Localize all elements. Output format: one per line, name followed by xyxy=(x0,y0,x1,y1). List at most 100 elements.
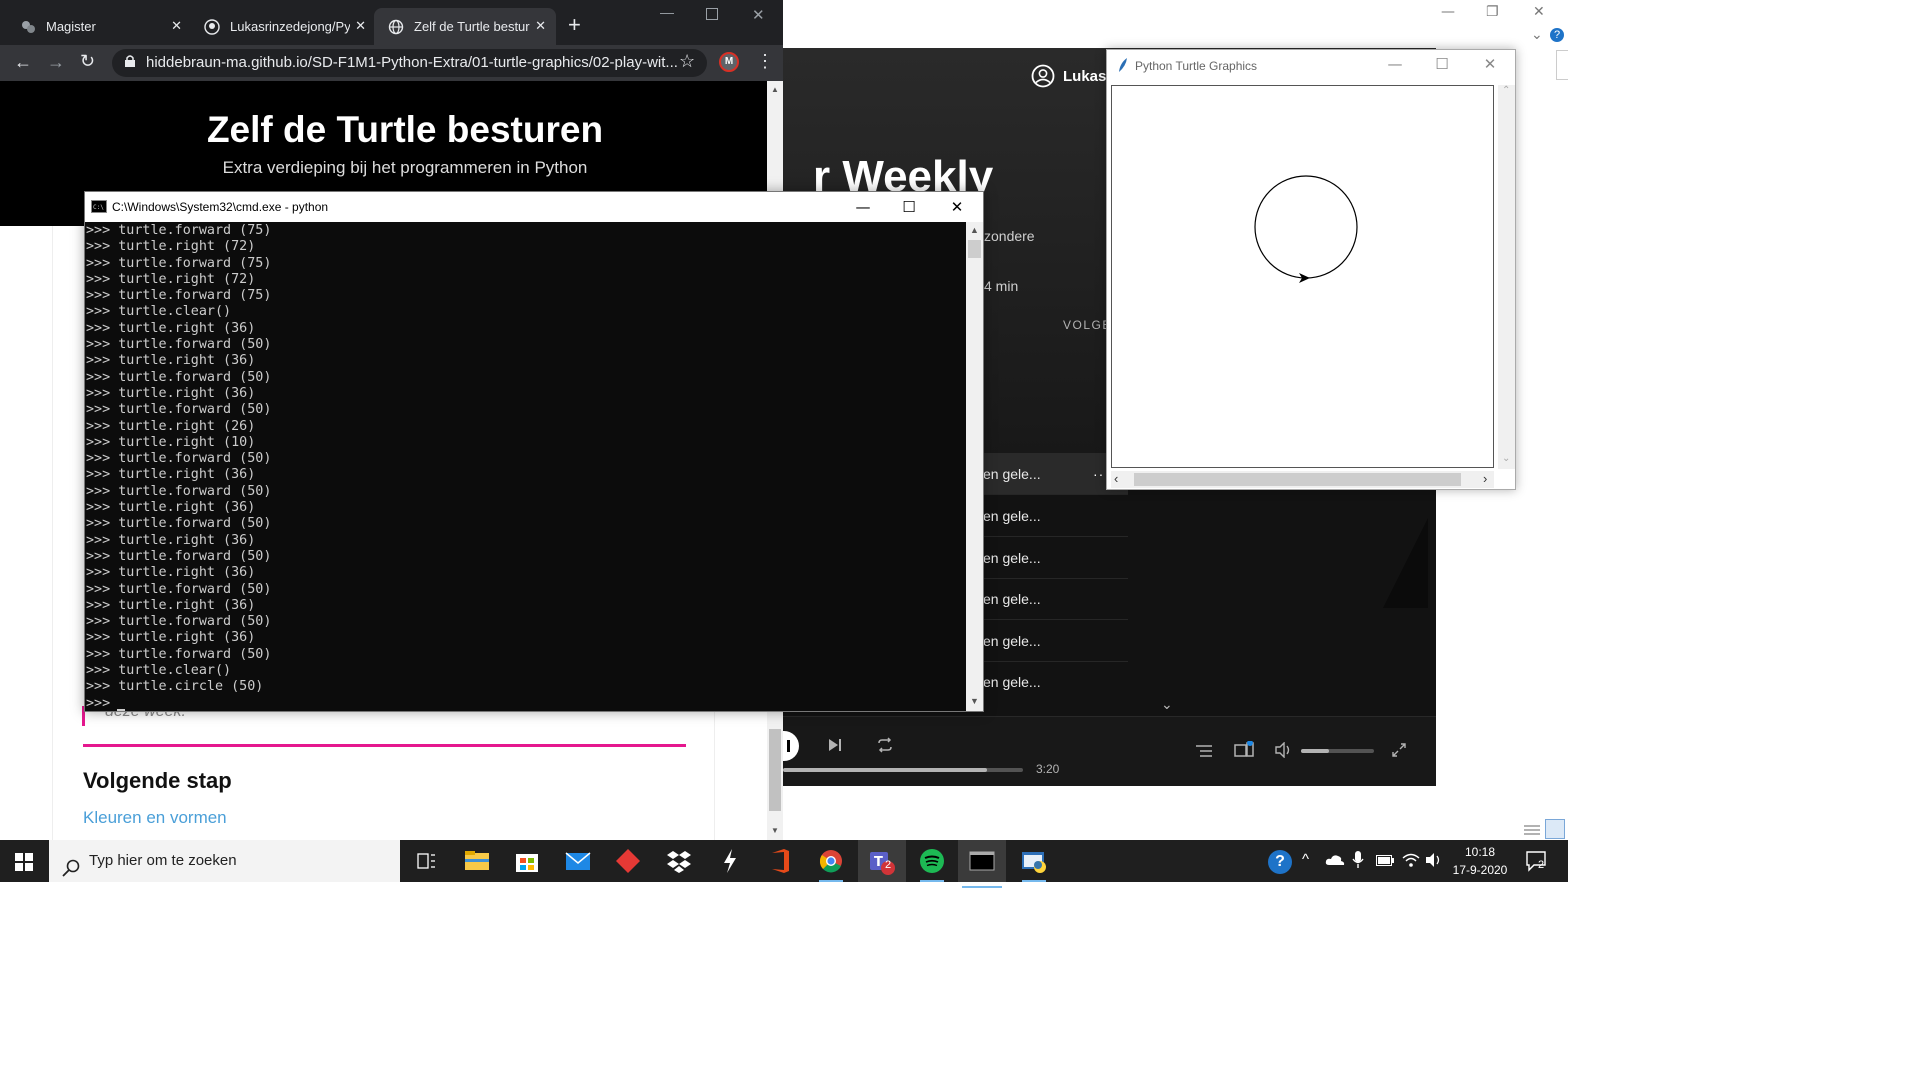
new-tab-button[interactable]: + xyxy=(568,12,581,38)
notifications-icon[interactable]: 2 xyxy=(1526,851,1550,878)
back-icon[interactable]: ← xyxy=(14,52,32,73)
queue-icon[interactable] xyxy=(1195,743,1213,764)
turtle-titlebar[interactable]: Python Turtle Graphics — ☐ ✕ xyxy=(1107,50,1515,81)
tab-magister[interactable]: Magister ✕ xyxy=(6,8,192,45)
scroll-down-icon[interactable]: ⌄ xyxy=(1502,453,1510,464)
task-view-icon[interactable] xyxy=(410,846,442,876)
close-window-icon[interactable]: ✕ xyxy=(752,6,765,24)
bookmark-star-icon[interactable]: ☆ xyxy=(679,51,695,72)
tab-github[interactable]: Lukasrinzedejong/Pyt ✕ xyxy=(190,8,376,45)
lightning-app-icon[interactable] xyxy=(714,846,746,876)
menu-dots-icon[interactable]: ⋮ xyxy=(756,51,774,72)
turtle-graphics-window: Python Turtle Graphics — ☐ ✕ ⌃ ⌄ ‹ › xyxy=(1106,49,1516,490)
speaker-icon[interactable] xyxy=(1425,852,1443,873)
scroll-down-icon[interactable]: ⌄ xyxy=(1161,696,1173,713)
console-line: >>> xyxy=(86,695,119,711)
follow-button[interactable]: VOLGE xyxy=(1063,318,1112,332)
repeat-icon[interactable] xyxy=(876,736,894,759)
github-favicon xyxy=(204,18,220,35)
address-bar[interactable]: hiddebraun-ma.github.io/SD-F1M1-Python-E… xyxy=(112,49,707,77)
scroll-up-icon[interactable]: ▲ xyxy=(970,225,979,235)
playlist-duration: 4 min xyxy=(984,278,1019,294)
reload-icon[interactable]: ↻ xyxy=(80,51,95,72)
fullscreen-icon[interactable] xyxy=(1391,742,1407,763)
turtle-canvas[interactable] xyxy=(1111,85,1494,468)
console-line: >>> turtle.forward (50) xyxy=(86,646,272,662)
close-icon[interactable]: ✕ xyxy=(1467,49,1513,79)
volume-icon[interactable] xyxy=(1274,741,1292,763)
bg-restore-icon[interactable]: ❐ xyxy=(1486,4,1499,20)
bg-expand-icon[interactable]: ⌄ xyxy=(1531,27,1543,43)
file-explorer-icon[interactable] xyxy=(461,846,493,876)
turtle-drawing xyxy=(1254,175,1358,283)
wifi-icon[interactable] xyxy=(1402,852,1420,873)
minimize-icon[interactable]: — xyxy=(840,192,886,222)
scroll-up-icon[interactable]: ⌃ xyxy=(1502,85,1510,96)
scroll-up-icon[interactable]: ▲ xyxy=(771,85,779,94)
help-tray-icon[interactable]: ? xyxy=(1268,850,1292,874)
scroll-right-icon[interactable]: › xyxy=(1483,471,1487,486)
console-output[interactable]: >>> turtle.forward (75) >>> turtle.right … xyxy=(85,222,966,711)
svg-text:C:\: C:\ xyxy=(93,204,104,211)
console-line: >>> turtle.right (26) xyxy=(86,418,256,434)
red-app-icon[interactable] xyxy=(612,846,644,876)
minimize-icon[interactable]: — xyxy=(660,4,674,20)
progress-bar[interactable] xyxy=(783,768,1023,772)
next-track-icon[interactable] xyxy=(827,737,843,758)
maximize-icon[interactable] xyxy=(706,8,718,20)
close-icon[interactable]: ✕ xyxy=(934,192,980,222)
forward-icon[interactable]: → xyxy=(47,52,65,73)
battery-icon[interactable] xyxy=(1376,854,1394,872)
scroll-thumb[interactable] xyxy=(968,240,981,258)
chrome-taskbar-icon[interactable] xyxy=(815,846,847,882)
tab-turtle[interactable]: Zelf de Turtle bestur ✕ xyxy=(374,8,556,45)
profile-avatar[interactable]: M xyxy=(719,52,739,72)
cmd-titlebar[interactable]: C:\ C:\Windows\System32\cmd.exe - python… xyxy=(85,192,983,222)
cmd-title: C:\Windows\System32\cmd.exe - python xyxy=(112,200,329,214)
next-step-link[interactable]: Kleuren en vormen xyxy=(83,808,227,828)
help-icon[interactable]: ? xyxy=(1550,28,1564,42)
devices-icon[interactable] xyxy=(1234,740,1254,764)
console-line: >>> turtle.circle (50) xyxy=(86,679,264,695)
bg-close-icon[interactable]: ✕ xyxy=(1533,4,1545,20)
console-line: >>> turtle.right (36) xyxy=(86,467,256,483)
volume-slider[interactable] xyxy=(1301,749,1374,753)
taskbar-search[interactable]: Typ hier om te zoeken xyxy=(49,840,400,882)
bg-minimize-icon[interactable]: — xyxy=(1441,4,1455,20)
scroll-thumb[interactable] xyxy=(769,729,781,811)
turtle-hscrollbar[interactable]: ‹ › xyxy=(1111,471,1494,488)
list-view-icon[interactable] xyxy=(1521,820,1543,840)
spotify-taskbar-icon[interactable] xyxy=(916,846,948,882)
onedrive-icon[interactable] xyxy=(1325,853,1345,872)
cmd-scrollbar[interactable]: ▲ ▼ xyxy=(966,222,983,711)
console-line: >>> turtle.forward (50) xyxy=(86,369,272,385)
scroll-down-icon[interactable]: ▼ xyxy=(970,696,979,706)
minimize-icon[interactable]: — xyxy=(1372,49,1418,79)
maximize-icon[interactable]: ☐ xyxy=(886,192,932,222)
maximize-icon[interactable]: ☐ xyxy=(1419,49,1465,79)
user-menu[interactable]: Lukas xyxy=(1031,64,1106,88)
turtle-vscrollbar[interactable]: ⌃ ⌄ xyxy=(1498,85,1515,469)
scroll-left-icon[interactable]: ‹ xyxy=(1114,471,1118,486)
scroll-thumb[interactable] xyxy=(1134,473,1461,486)
scroll-down-icon[interactable]: ▼ xyxy=(771,826,779,835)
lock-icon xyxy=(124,50,136,77)
microphone-icon[interactable] xyxy=(1352,851,1364,874)
python-taskbar-icon[interactable] xyxy=(1018,846,1050,882)
store-icon[interactable] xyxy=(511,846,543,876)
dropbox-icon[interactable] xyxy=(663,846,695,876)
windows-start-icon[interactable] xyxy=(15,853,33,876)
details-view-icon[interactable] xyxy=(1545,819,1565,839)
clock-date[interactable]: 17-9-2020 xyxy=(1447,863,1513,877)
close-tab-icon[interactable]: ✕ xyxy=(171,18,182,34)
close-tab-icon[interactable]: ✕ xyxy=(535,18,546,34)
tray-expand-icon[interactable]: ^ xyxy=(1302,851,1309,868)
close-tab-icon[interactable]: ✕ xyxy=(355,18,366,34)
cmd-taskbar-icon[interactable] xyxy=(958,840,1006,888)
teams-icon[interactable]: T 2 xyxy=(858,840,906,882)
mail-icon[interactable] xyxy=(562,846,594,876)
clock-time[interactable]: 10:18 xyxy=(1452,845,1508,859)
pause-button[interactable] xyxy=(783,731,799,761)
office-icon[interactable] xyxy=(764,846,796,876)
cmd-icon: C:\ xyxy=(91,200,107,216)
